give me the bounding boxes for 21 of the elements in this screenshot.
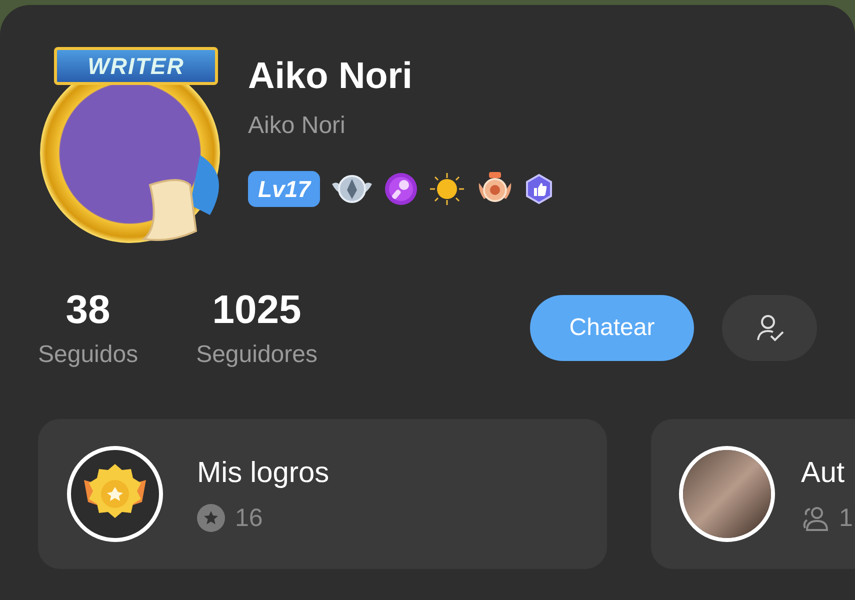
user-check-icon (754, 313, 784, 343)
card-title: Mis logros (197, 456, 330, 490)
card-background[interactable]: Aut 1 (651, 419, 855, 569)
thumbs-up-icon (524, 173, 554, 205)
users-icon (801, 504, 829, 532)
sun-icon (428, 172, 466, 206)
card-title: Aut (801, 456, 846, 490)
count-text: 16 (235, 504, 263, 532)
stat-value: 1025 (212, 287, 302, 333)
avatar-frame[interactable]: WRITER (40, 45, 236, 245)
pen-medal-icon (330, 172, 374, 206)
level-badge: Lv17 (248, 171, 320, 207)
stat-value: 38 (66, 287, 110, 333)
stat-label: Seguidos (38, 341, 138, 369)
frame-banner: WRITER (54, 47, 218, 85)
card-background[interactable]: Mis logros 16 (38, 419, 607, 569)
display-name: Aiko Nori (248, 55, 414, 97)
count-text: 1 (839, 504, 853, 532)
stat-label: Seguidores (196, 341, 318, 369)
microphone-icon (384, 172, 418, 206)
username: Aiko Nori (248, 111, 346, 141)
